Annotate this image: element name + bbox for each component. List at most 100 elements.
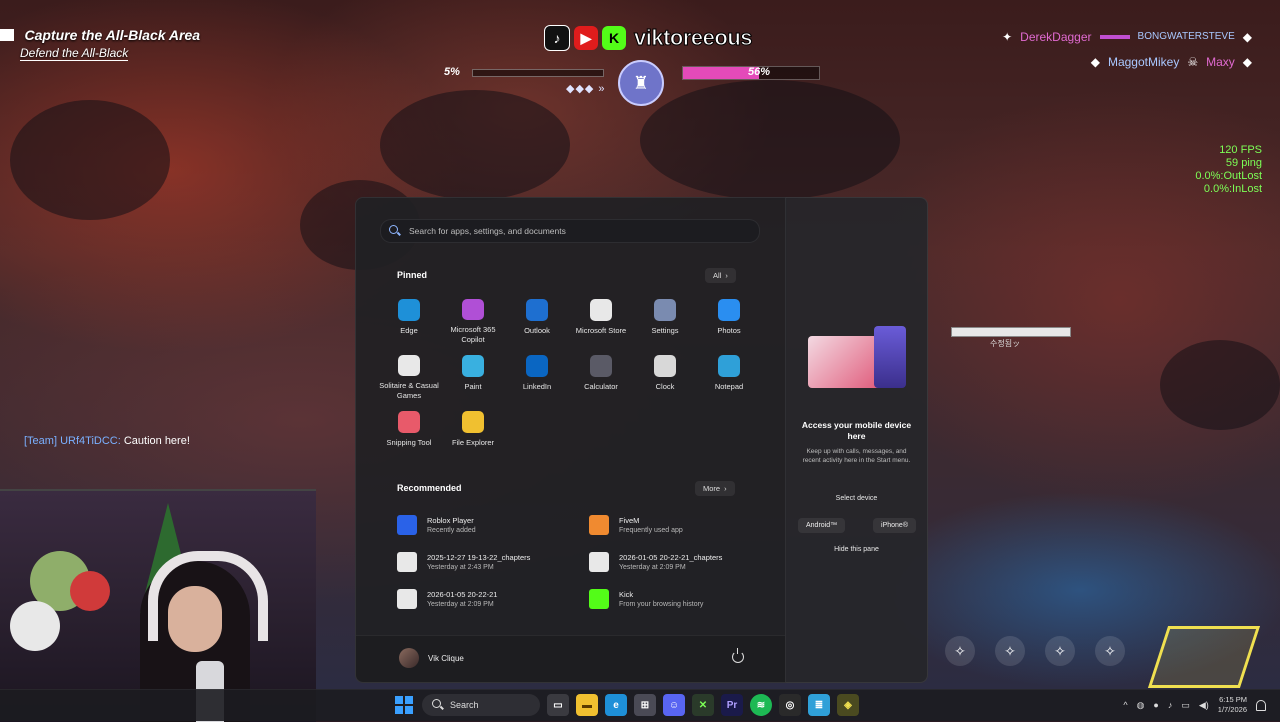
hide-pane-button[interactable]: Hide this pane [786, 546, 927, 553]
kick-icon: K [602, 26, 626, 50]
fps-readout: 120 FPS [1219, 144, 1262, 156]
outlook-icon [526, 299, 548, 321]
premiere-icon[interactable]: Pr [721, 694, 743, 716]
tiktok-icon: ♪ [544, 25, 570, 51]
chevron-up-icon[interactable]: ^ [1123, 700, 1127, 710]
enemy-name-tag: 수정됨ッ [990, 339, 1021, 348]
security-icon[interactable]: ● [1153, 700, 1158, 710]
pinned-app[interactable]: Microsoft Store [569, 293, 633, 345]
recommended-item[interactable]: Roblox Player Recently added [397, 511, 589, 538]
recommended-item[interactable]: 2026-01-05 20-22-21_chapters Yesterday at… [589, 548, 747, 575]
store-icon[interactable]: ⊞ [634, 694, 656, 716]
recommended-text: Kick From your browsing history [619, 590, 703, 608]
task-view-icon[interactable]: ▭ [547, 694, 569, 716]
team-chat-line: [Team] URf4TiDCC: Caution here! [24, 435, 190, 447]
video-file-icon [397, 588, 417, 609]
recommended-item[interactable]: 2026-01-05 20-22-21 Yesterday at 2:09 PM [397, 585, 589, 612]
iphone-button[interactable]: iPhone® [873, 518, 916, 533]
cards-icon [398, 355, 420, 376]
monitor-icon[interactable]: ▭ [1181, 700, 1190, 711]
search-placeholder: Search for apps, settings, and documents [409, 226, 566, 236]
network-stats: 120 FPS 59 ping 0.0%:OutLost 0.0%:InLost [1195, 144, 1262, 196]
recommended-item[interactable]: 2025-12-27 19-13-22_chapters Yesterday at… [397, 548, 589, 575]
pinned-app-label: Calculator [584, 382, 618, 391]
objective-marker-icon [0, 28, 14, 41]
taskbar-search[interactable]: Search [422, 694, 540, 716]
start-button[interactable] [393, 694, 415, 716]
recommended-text: Roblox Player Recently added [427, 516, 476, 534]
rock-formation [380, 90, 570, 200]
recommended-item[interactable]: Kick From your browsing history [589, 585, 747, 612]
enemy-health-bar [951, 327, 1071, 337]
kill-feed-victim: Maxy [1206, 54, 1235, 69]
phone-device-icon [874, 326, 906, 388]
search-icon [389, 225, 401, 237]
store-icon [590, 299, 612, 321]
avatar[interactable] [399, 648, 419, 668]
ability-icon: ✧ [1095, 636, 1125, 666]
pinned-app[interactable]: Snipping Tool [377, 405, 441, 457]
notepad-icon [718, 355, 740, 377]
pinned-app[interactable]: Outlook [505, 293, 569, 345]
android-button[interactable]: Android™ [798, 518, 846, 533]
hero-portrait-icon: ◆ [1242, 29, 1252, 44]
clock-icon [654, 355, 676, 377]
microphone-icon[interactable]: ♪ [1168, 700, 1173, 710]
pinned-app[interactable]: Microsoft 365 Copilot [441, 293, 505, 345]
rock-formation [10, 100, 170, 220]
recommended-name: Kick [619, 589, 634, 599]
edge-icon[interactable]: e [605, 694, 627, 716]
taskbar-search-label: Search [450, 700, 479, 710]
objective-subtitle: Defend the All-Black [20, 46, 129, 61]
xbox-icon[interactable]: ✕ [692, 694, 714, 716]
game-icon[interactable]: ◈ [837, 694, 859, 716]
chevron-right-icon: › [725, 271, 728, 280]
user-name[interactable]: Vik Clique [428, 654, 464, 663]
obs-icon[interactable]: ◎ [779, 694, 801, 716]
taskbar: Search ▭ ▬ e ⊞ ☺ ✕ Pr ≋ ◎ ≣ ◈ ^ ◍ ● ♪ ▭ … [0, 689, 1280, 721]
pinned-app-label: Paint [464, 382, 482, 391]
weapon-icon: ✦ [1002, 29, 1013, 44]
pinned-app[interactable]: Settings [633, 293, 697, 345]
pinned-app-label: File Explorer [451, 438, 495, 447]
start-search-input[interactable]: Search for apps, settings, and documents [380, 219, 760, 243]
chevron-right-icon: › [724, 484, 727, 493]
discord-icon[interactable]: ☺ [663, 694, 685, 716]
pinned-app-label: Microsoft Store [575, 326, 627, 335]
spotify-icon[interactable]: ≋ [750, 694, 772, 716]
file-explorer-icon[interactable]: ▬ [576, 694, 598, 716]
pinned-app[interactable]: Notepad [697, 349, 761, 401]
fivem-icon [589, 514, 609, 535]
ally-progress-label: 5% [444, 66, 460, 78]
search-icon [432, 699, 444, 711]
clock[interactable]: 6:15 PM 1/7/2026 [1218, 695, 1247, 715]
in-lost-readout: 0.0%:InLost [1203, 183, 1262, 195]
pinned-app[interactable]: LinkedIn [505, 349, 569, 401]
pinned-app[interactable]: Edge [377, 293, 441, 345]
bell-icon[interactable] [1256, 699, 1266, 711]
pinned-app[interactable]: Calculator [569, 349, 633, 401]
ability-icon: ✧ [1045, 636, 1075, 666]
pinned-app-label: Snipping Tool [386, 438, 432, 447]
pinned-app[interactable]: Photos [697, 293, 761, 345]
pinned-app[interactable]: Paint [441, 349, 505, 401]
pinned-app-label: Notepad [714, 382, 744, 391]
all-apps-button[interactable]: All › [705, 268, 736, 283]
select-device-label: Select device [835, 495, 878, 502]
more-button[interactable]: More › [695, 481, 735, 496]
recommended-item[interactable]: FiveM Frequently used app [589, 511, 747, 538]
volume-icon[interactable]: ◀) [1199, 700, 1209, 711]
notepad-icon[interactable]: ≣ [808, 694, 830, 716]
pinned-app[interactable]: File Explorer [441, 405, 505, 457]
pinned-app[interactable]: Solitaire & Casual Games [377, 349, 441, 401]
network-icon[interactable]: ◍ [1137, 700, 1145, 711]
power-icon[interactable] [732, 648, 744, 663]
chat-sender: [Team] URf4TiDCC: [24, 435, 121, 447]
kill-feed-divider [1099, 34, 1130, 39]
pinned-app-label: LinkedIn [522, 382, 552, 391]
all-apps-label: All [713, 271, 722, 280]
paint-icon [462, 355, 484, 377]
pinned-app[interactable]: Clock [633, 349, 697, 401]
plush-toy [70, 571, 110, 611]
recommended-list: Roblox Player Recently added FiveM Frequent… [397, 511, 747, 612]
